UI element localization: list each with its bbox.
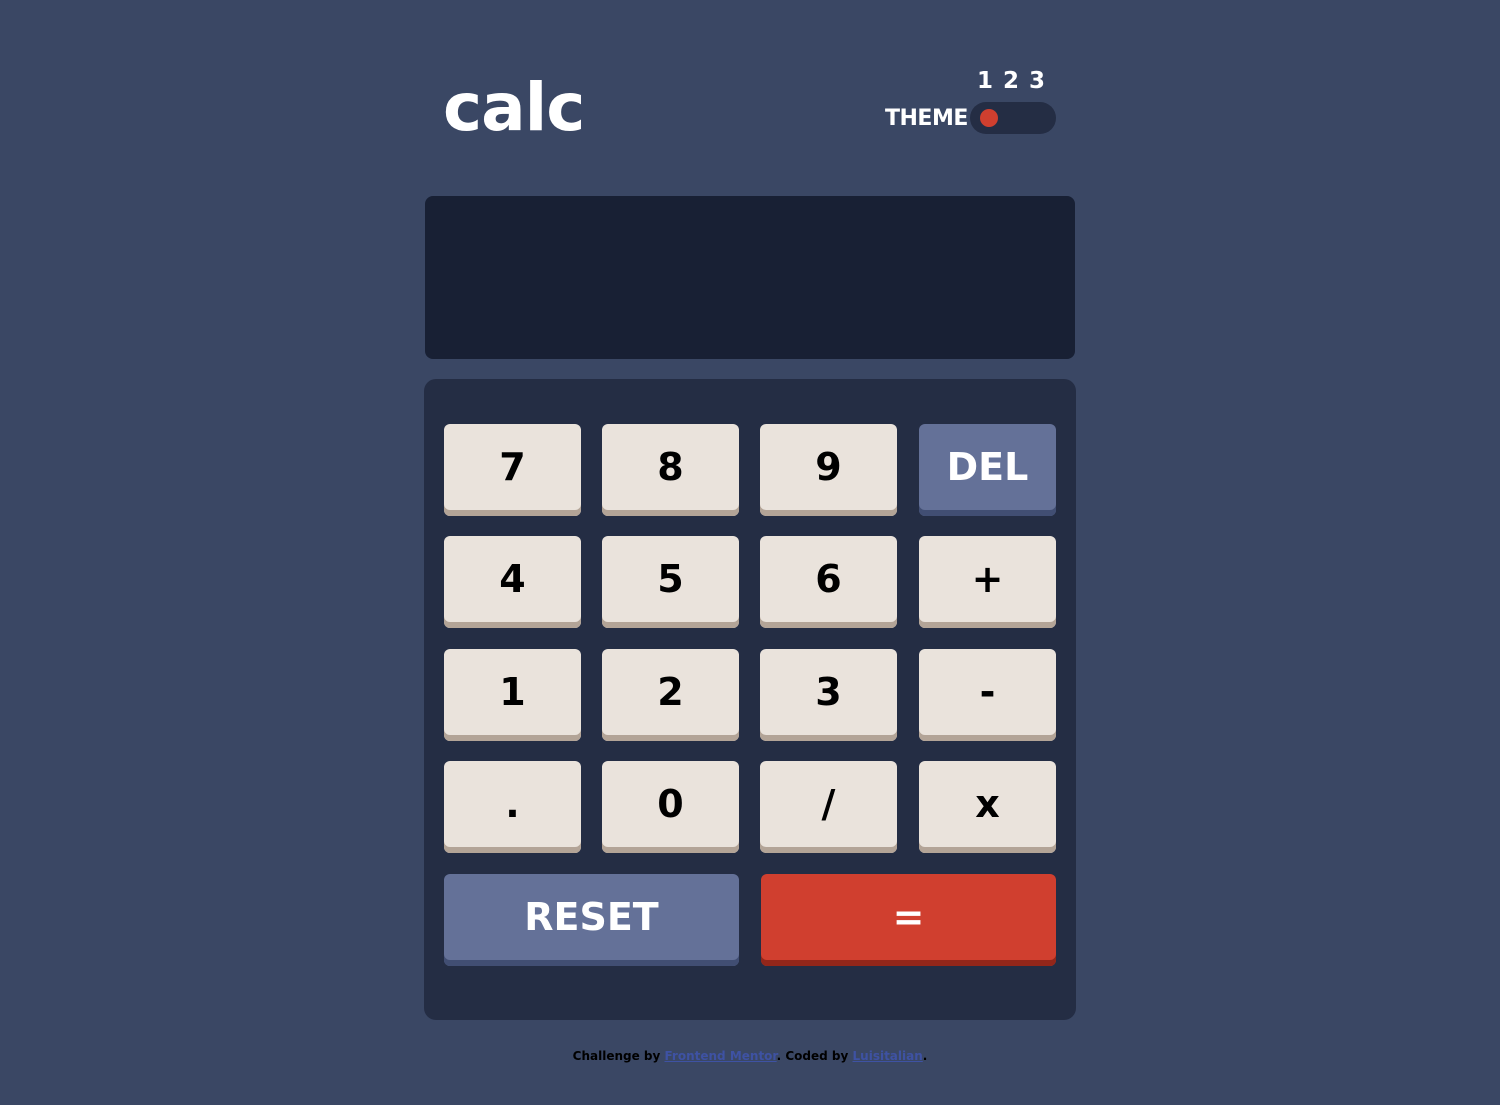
reset-button[interactable]: RESET — [444, 874, 739, 966]
key-plus[interactable]: + — [919, 536, 1056, 628]
calculator-app: calc THEME 1 2 3 7 8 9 DEL 4 5 6 + 1 2 3… — [0, 0, 1500, 1105]
key-5[interactable]: 5 — [602, 536, 739, 628]
key-1[interactable]: 1 — [444, 649, 581, 741]
theme-number-2[interactable]: 2 — [1001, 68, 1021, 94]
theme-toggle[interactable] — [970, 102, 1056, 134]
author-link[interactable]: Luisitalian — [853, 1049, 923, 1063]
key-7[interactable]: 7 — [444, 424, 581, 516]
frontend-mentor-link[interactable]: Frontend Mentor — [665, 1049, 777, 1063]
key-decimal[interactable]: . — [444, 761, 581, 853]
key-minus[interactable]: - — [919, 649, 1056, 741]
app-logo: calc — [443, 69, 585, 146]
theme-number-1[interactable]: 1 — [975, 68, 995, 94]
key-9[interactable]: 9 — [760, 424, 897, 516]
theme-label: THEME — [885, 106, 968, 131]
calculator-display — [425, 196, 1075, 359]
key-3[interactable]: 3 — [760, 649, 897, 741]
key-multiply[interactable]: x — [919, 761, 1056, 853]
key-2[interactable]: 2 — [602, 649, 739, 741]
footer-suffix: . — [922, 1049, 928, 1063]
key-4[interactable]: 4 — [444, 536, 581, 628]
footer-prefix: Challenge by — [572, 1049, 665, 1063]
theme-number-3[interactable]: 3 — [1027, 68, 1047, 94]
theme-toggle-knob[interactable] — [980, 109, 998, 127]
keypad: 7 8 9 DEL 4 5 6 + 1 2 3 - . 0 / x RESET … — [424, 379, 1076, 1020]
key-0[interactable]: 0 — [602, 761, 739, 853]
attribution-footer: Challenge by Frontend Mentor. Coded by L… — [0, 1049, 1500, 1063]
key-divide[interactable]: / — [760, 761, 897, 853]
delete-button[interactable]: DEL — [919, 424, 1056, 516]
equals-button[interactable]: = — [761, 874, 1056, 966]
key-6[interactable]: 6 — [760, 536, 897, 628]
header: calc THEME 1 2 3 — [425, 60, 1075, 150]
theme-numbers: 1 2 3 — [975, 68, 1047, 94]
key-8[interactable]: 8 — [602, 424, 739, 516]
footer-middle: . Coded by — [776, 1049, 853, 1063]
